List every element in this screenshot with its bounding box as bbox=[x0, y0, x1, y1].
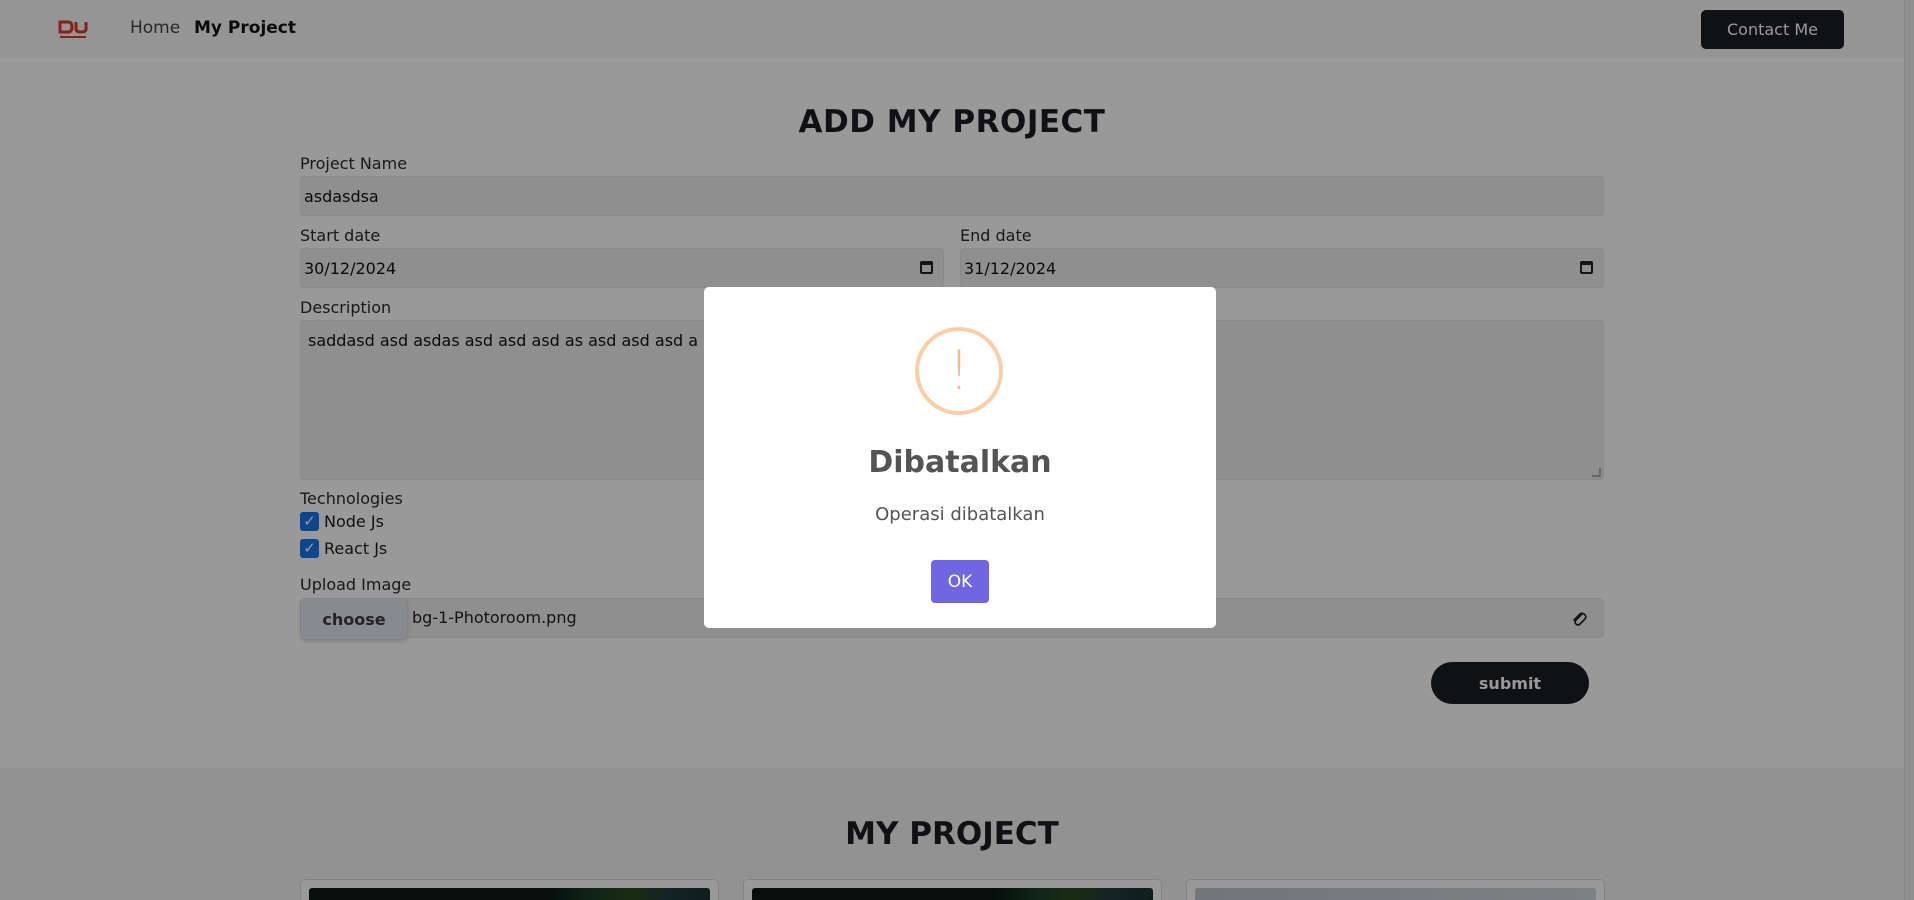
warning-icon: ! bbox=[915, 327, 1003, 415]
dialog-title: Dibatalkan bbox=[868, 445, 1052, 480]
dialog-message: Operasi dibatalkan bbox=[875, 504, 1045, 525]
cancel-alert-dialog: ! Dibatalkan Operasi dibatalkan OK bbox=[704, 287, 1216, 628]
ok-button[interactable]: OK bbox=[931, 560, 989, 603]
